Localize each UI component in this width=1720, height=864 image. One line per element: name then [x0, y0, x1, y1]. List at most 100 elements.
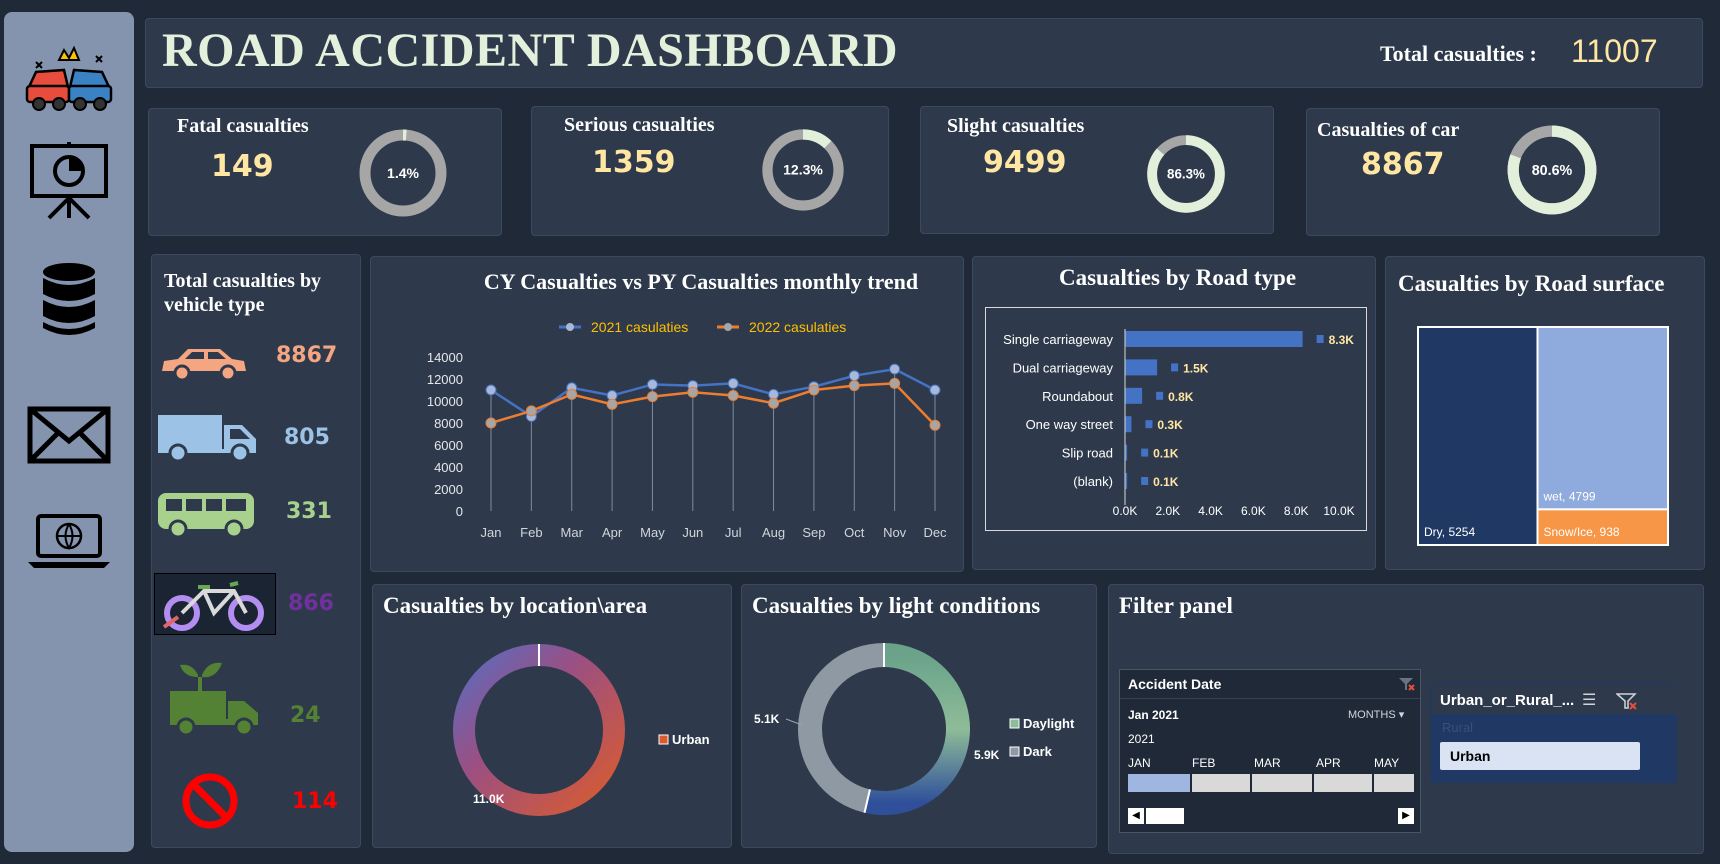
timeline-month-may[interactable]: MAY	[1374, 756, 1414, 770]
data-point[interactable]	[848, 380, 860, 392]
mail-icon[interactable]	[24, 395, 114, 475]
kpi-label: Slight casualties	[947, 115, 1085, 137]
bar-value-label: 1.5K	[1183, 361, 1209, 375]
location-panel: Casualties by location\area 11.0K Urban	[372, 584, 732, 848]
data-point[interactable]	[606, 398, 618, 410]
data-point[interactable]	[646, 391, 658, 403]
timeline-month-apr[interactable]: APR	[1316, 756, 1376, 770]
legend-marker-2022	[724, 323, 732, 331]
timeline-scrollbar-thumb[interactable]	[1146, 808, 1184, 824]
timeline-month-feb[interactable]: FEB	[1192, 756, 1252, 770]
data-point[interactable]	[768, 397, 780, 409]
data-point[interactable]	[929, 384, 941, 396]
x-tick-label: Dec	[923, 525, 947, 540]
kpi-card-slight: Slight casualties 9499 86.3%	[920, 106, 1274, 234]
timeline-selected-range[interactable]	[1128, 774, 1190, 792]
legend-swatch-daylight	[1009, 718, 1020, 729]
y-tick-label: 4000	[434, 460, 463, 475]
bar-label-marker	[1171, 363, 1179, 372]
data-point[interactable]	[848, 370, 860, 382]
treemap-label: wet, 4799	[1543, 489, 1596, 503]
donut-slice-daylight[interactable]	[864, 643, 970, 815]
x-tick-label: 2.0K	[1155, 504, 1180, 518]
x-tick-label: 10.0K	[1323, 504, 1354, 518]
donut-slice-dark[interactable]	[798, 643, 885, 813]
road-type-chart: Single carriageway 8.3K Dual carriageway 1.…	[1003, 329, 1355, 518]
bar[interactable]	[1125, 331, 1303, 347]
timeline-slicer[interactable]: Accident Date Jan 2021 MONTHS ▾ 2021 JAN…	[1119, 669, 1421, 833]
data-point[interactable]	[889, 363, 901, 375]
x-tick-label: Sep	[802, 525, 825, 540]
slicer-title: Urban_or_Rural_...	[1440, 692, 1575, 709]
legend-label-dark[interactable]: Dark	[1023, 744, 1053, 759]
data-point[interactable]	[929, 419, 941, 431]
bar[interactable]	[1125, 359, 1158, 376]
treemap-label: Snow/Ice, 938	[1544, 525, 1620, 539]
kpi-card-fatal: Fatal casualties 149 1.4%	[148, 108, 502, 236]
no-entry-icon	[182, 773, 238, 829]
car-crash-icon[interactable]	[24, 42, 114, 122]
bar-value-label: 0.1K	[1153, 475, 1179, 489]
data-point[interactable]	[727, 377, 739, 389]
legend-swatch-dark	[1009, 746, 1020, 757]
road-surface-treemap: Dry, 5254 wet, 4799 Snow/Ice, 938	[1417, 326, 1669, 546]
vehicle-panel-title: Total casualties by vehicle type	[164, 270, 322, 316]
multi-select-icon[interactable]: ☰	[1582, 690, 1596, 710]
data-point[interactable]	[525, 405, 537, 417]
bar[interactable]	[1125, 387, 1143, 404]
data-point[interactable]	[485, 417, 497, 429]
data-point[interactable]	[646, 379, 658, 390]
data-point[interactable]	[566, 388, 578, 400]
data-point[interactable]	[889, 377, 901, 389]
x-tick-label: May	[640, 525, 665, 540]
bar-label-marker	[1141, 448, 1149, 457]
timeline-month-mar[interactable]: MAR	[1254, 756, 1314, 770]
x-tick-label: Jul	[725, 525, 742, 540]
kpi-label: Serious casualties	[564, 114, 715, 136]
laptop-globe-icon[interactable]	[24, 502, 114, 582]
x-tick-label: 0.0K	[1113, 504, 1138, 518]
category-label: Dual carriageway	[1013, 360, 1114, 375]
vehicle-value-bus: 331	[286, 499, 332, 524]
y-tick-label: 14000	[427, 350, 463, 365]
slicer-item-rural[interactable]: Rural	[1442, 720, 1473, 735]
x-tick-label: 6.0K	[1241, 504, 1266, 518]
treemap-tile[interactable]	[1417, 326, 1539, 546]
clear-filter-icon[interactable]	[1616, 692, 1638, 710]
scroll-left-button[interactable]: ◀	[1128, 808, 1144, 824]
donut-slice-urban[interactable]	[453, 644, 625, 816]
y-tick-label: 10000	[427, 394, 463, 409]
data-point[interactable]	[687, 386, 699, 398]
data-point[interactable]	[727, 390, 739, 401]
sidebar	[4, 12, 134, 852]
bus-icon	[158, 493, 254, 539]
database-icon[interactable]	[24, 260, 114, 340]
legend-label-urban[interactable]: Urban	[672, 732, 710, 747]
urban-rural-slicer[interactable]: Urban_or_Rural_... ☰ Rural Urban	[1431, 683, 1678, 783]
clear-filter-icon[interactable]	[1398, 676, 1416, 692]
bike-icon	[154, 573, 276, 635]
kpi-donut: 86.3%	[1147, 135, 1225, 213]
bar[interactable]	[1125, 416, 1132, 433]
slicer-item-urban[interactable]: Urban	[1440, 742, 1640, 770]
presentation-chart-icon[interactable]	[24, 140, 114, 220]
timeline-month-jan[interactable]: JAN	[1128, 756, 1188, 770]
light-conditions-panel: Casualties by light conditions 5.9K 5.1K D…	[741, 584, 1097, 848]
data-point[interactable]	[485, 384, 497, 396]
timeline-unit-dropdown[interactable]: MONTHS ▾	[1348, 708, 1404, 721]
legend-label-daylight[interactable]: Daylight	[1023, 716, 1075, 731]
category-label: Single carriageway	[1003, 332, 1113, 347]
timeline-selected: Jan 2021	[1128, 708, 1179, 722]
total-casualties-label: Total casualties :	[1380, 41, 1537, 66]
car-icon	[162, 349, 246, 382]
treemap-tile[interactable]	[1536, 326, 1669, 511]
legend-label-2022[interactable]: 2022 casulaties	[749, 319, 846, 335]
legend-marker-2021	[566, 323, 574, 331]
data-point[interactable]	[808, 384, 820, 396]
monthly-trend-chart: CY Casualties vs PY Casualties monthly t…	[427, 269, 947, 540]
legend-label-2021[interactable]: 2021 casulaties	[591, 319, 688, 335]
truck-icon	[158, 415, 256, 463]
timeline-title: Accident Date	[1128, 676, 1222, 692]
scroll-right-button[interactable]: ▶	[1398, 808, 1414, 824]
kpi-value: 1359	[592, 145, 676, 180]
